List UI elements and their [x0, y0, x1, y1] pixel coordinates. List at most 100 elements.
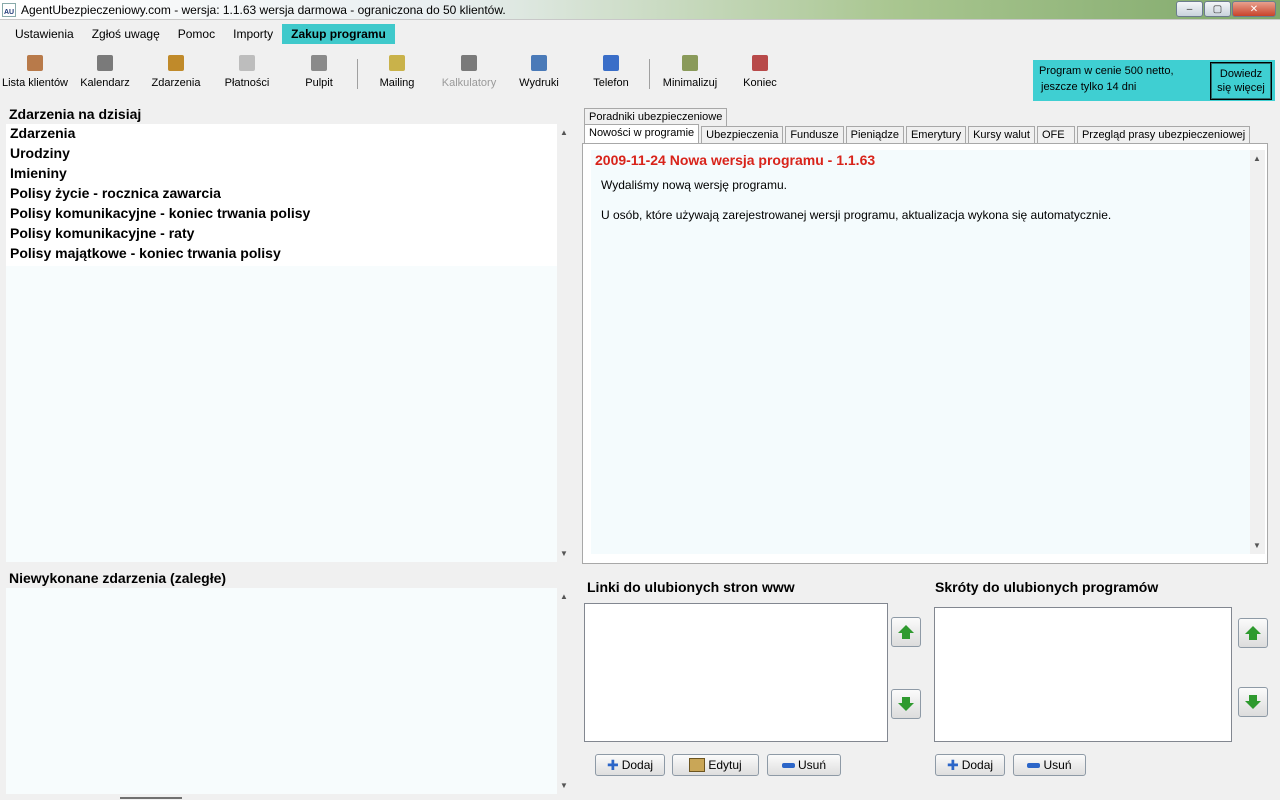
edit-icon	[689, 758, 706, 772]
toolbar-label: Mailing	[379, 77, 415, 89]
minus-icon	[1027, 762, 1041, 768]
toolbar-calendar-button[interactable]: Kalendarz	[70, 55, 140, 89]
calculator-icon	[461, 55, 477, 71]
phone-sync-icon	[603, 55, 619, 71]
news-scrollbar[interactable]: ▲ ▼	[1250, 150, 1265, 554]
links-move-down-button[interactable]	[891, 689, 921, 719]
toolbar-label: Pulpit	[305, 77, 333, 89]
event-category[interactable]: Imieniny	[6, 164, 558, 184]
event-category[interactable]: Polisy życie - rocznica zawarcia	[6, 184, 558, 204]
shortcuts-list[interactable]	[934, 607, 1232, 742]
maximize-window-button[interactable]: ▢	[1204, 1, 1231, 17]
minimize-window-button[interactable]: –	[1176, 1, 1203, 17]
menu-settings[interactable]: Ustawienia	[6, 24, 83, 44]
window-title: AgentUbezpieczeniowy.com - wersja: 1.1.6…	[21, 2, 506, 17]
promo-line: jeszcze tylko 14 dni	[1041, 81, 1137, 93]
status-divider	[120, 797, 182, 799]
button-label: Edytuj	[708, 758, 742, 772]
toolbar-payments-button[interactable]: Płatności	[212, 55, 282, 89]
event-category[interactable]: Polisy komunikacyjne - koniec trwania po…	[6, 204, 558, 224]
learn-more-line: Dowiedz	[1219, 68, 1263, 80]
toolbar: Lista klientów Kalendarz Zdarzenia Płatn…	[0, 55, 1020, 95]
toolbar-events-button[interactable]: Zdarzenia	[141, 55, 211, 89]
tab-pensions[interactable]: Emerytury	[905, 126, 967, 144]
toolbar-label: Lista klientów	[1, 77, 69, 89]
plus-icon: ✚	[606, 757, 619, 773]
overdue-scrollbar[interactable]: ▲ ▼	[557, 588, 572, 794]
overdue-title: Niewykonane zdarzenia (zaległe)	[9, 570, 227, 586]
event-category[interactable]: Zdarzenia	[6, 124, 558, 144]
button-label: Dodaj	[621, 758, 654, 772]
scroll-down-icon[interactable]: ▼	[560, 781, 568, 790]
toolbar-clients-button[interactable]: Lista klientów	[0, 55, 70, 89]
arrow-up-icon	[898, 625, 914, 639]
shortcuts-move-up-button[interactable]	[1238, 618, 1268, 648]
scroll-up-icon[interactable]: ▲	[560, 128, 568, 137]
learn-more-button[interactable]: Dowiedz się więcej	[1210, 62, 1272, 100]
event-category[interactable]: Urodziny	[6, 144, 558, 164]
menu-help[interactable]: Pomoc	[169, 24, 224, 44]
promo-line: Program w cenie 500 netto,	[1039, 65, 1174, 77]
calendar-icon	[97, 55, 113, 71]
toolbar-phone-button[interactable]: Telefon	[576, 55, 646, 89]
tab-insurance[interactable]: Ubezpieczenia	[701, 126, 784, 144]
tab-ofe[interactable]: OFE	[1036, 126, 1075, 144]
tab-exchange-rates[interactable]: Kursy walut	[968, 126, 1035, 144]
news-area: 2009-11-24 Nowa wersja programu - 1.1.63…	[591, 150, 1251, 554]
plus-icon: ✚	[946, 757, 959, 773]
toolbar-exit-button[interactable]: Koniec	[725, 55, 795, 89]
shortcuts-add-button[interactable]: ✚ Dodaj	[935, 754, 1005, 776]
scroll-down-icon[interactable]: ▼	[560, 549, 568, 558]
toolbar-separator	[649, 59, 650, 89]
menu-imports[interactable]: Importy	[224, 24, 282, 44]
toolbar-label: Wydruki	[519, 77, 559, 89]
app-icon: AU	[2, 2, 16, 17]
promo-banner: Program w cenie 500 netto, jeszcze tylko…	[1033, 60, 1275, 101]
toolbar-label: Kalkulatory	[441, 77, 497, 89]
links-edit-button[interactable]: Edytuj	[672, 754, 759, 776]
scroll-down-icon[interactable]: ▼	[1253, 541, 1261, 550]
shortcuts-title: Skróty do ulubionych programów	[935, 579, 1159, 595]
links-move-up-button[interactable]	[891, 617, 921, 647]
toolbar-label: Koniec	[743, 77, 777, 89]
event-category[interactable]: Polisy komunikacyjne - raty	[6, 224, 558, 244]
toolbar-label: Telefon	[593, 77, 629, 89]
links-remove-button[interactable]: Usuń	[767, 754, 841, 776]
toolbar-mailing-button[interactable]: Mailing	[362, 55, 432, 89]
menu-purchase[interactable]: Zakup programu	[282, 24, 395, 44]
events-list: Zdarzenia Urodziny Imieniny Polisy życie…	[6, 124, 558, 266]
toolbar-prints-button[interactable]: Wydruki	[504, 55, 574, 89]
scroll-up-icon[interactable]: ▲	[560, 592, 568, 601]
tab-press-review[interactable]: Przegląd prasy ubezpieczeniowej	[1076, 126, 1251, 144]
button-label: Usuń	[1043, 758, 1072, 772]
links-add-button[interactable]: ✚ Dodaj	[595, 754, 665, 776]
shortcuts-move-down-button[interactable]	[1238, 687, 1268, 717]
overdue-panel: ▲ ▼	[6, 588, 572, 794]
news-paragraph: U osób, które używają zarejestrowanej we…	[601, 208, 1112, 222]
links-list[interactable]	[584, 603, 888, 742]
scroll-up-icon[interactable]: ▲	[1253, 154, 1261, 163]
arrow-down-icon	[1245, 695, 1261, 709]
tab-funds[interactable]: Fundusze	[785, 126, 844, 144]
minimize-icon	[682, 55, 698, 71]
events-scrollbar[interactable]: ▲ ▼	[557, 124, 572, 562]
tab-news[interactable]: Nowości w programie	[584, 124, 700, 144]
toolbar-desktop-button[interactable]: Pulpit	[284, 55, 354, 89]
news-paragraph: Wydaliśmy nową wersję programu.	[601, 178, 787, 192]
menu-bar: Ustawienia Zgłoś uwagę Pomoc Importy Zak…	[0, 23, 395, 45]
close-window-button[interactable]: ✕	[1232, 1, 1276, 17]
minus-icon	[781, 762, 795, 768]
event-category[interactable]: Polisy majątkowe - koniec trwania polisy	[6, 244, 558, 264]
menu-report-issue[interactable]: Zgłoś uwagę	[83, 24, 169, 44]
toolbar-separator	[357, 59, 358, 89]
shortcuts-remove-button[interactable]: Usuń	[1013, 754, 1086, 776]
toolbar-minimize-button[interactable]: Minimalizuj	[655, 55, 725, 89]
title-bar: AU AgentUbezpieczeniowy.com - wersja: 1.…	[0, 0, 1280, 20]
learn-more-line: się więcej	[1217, 82, 1265, 94]
print-icon	[531, 55, 547, 71]
promo-text: Program w cenie 500 netto, jeszcze tylko…	[1039, 63, 1174, 95]
tabs-bottom-row: Nowości w programie Ubezpieczenia Fundus…	[584, 124, 1252, 144]
arrow-down-icon	[898, 697, 914, 711]
tab-money[interactable]: Pieniądze	[845, 126, 904, 144]
desktop-icon	[311, 55, 327, 71]
